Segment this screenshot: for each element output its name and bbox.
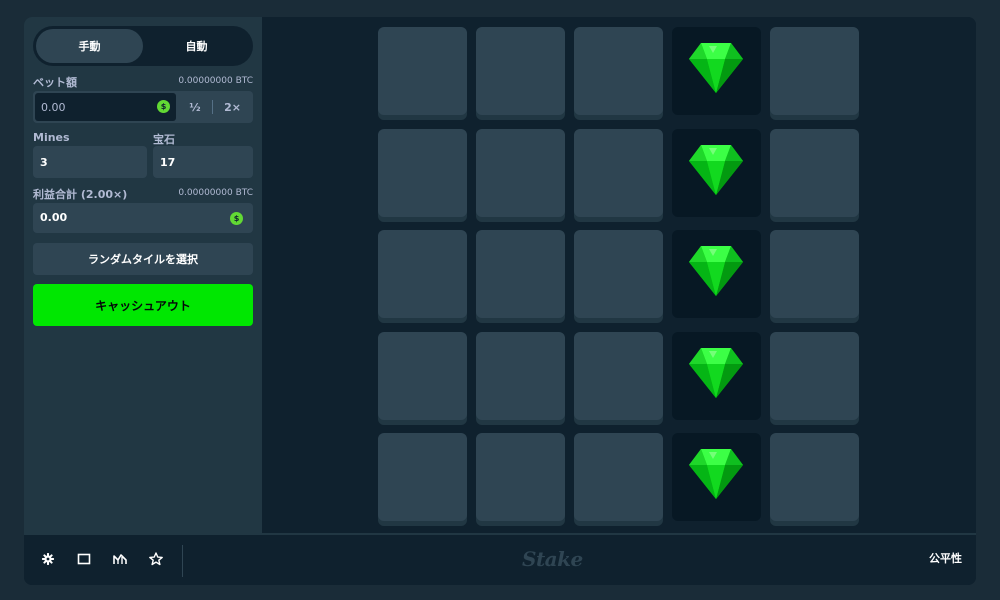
- double-bet-button[interactable]: 2×: [214, 93, 251, 121]
- tile-hidden[interactable]: [476, 332, 565, 420]
- total-profit-balance: 0.00000000 BTC: [178, 188, 253, 198]
- theatre-mode-icon[interactable]: [76, 551, 92, 567]
- tile-hidden[interactable]: [476, 27, 565, 115]
- tab-auto[interactable]: 自動: [143, 29, 250, 63]
- favorite-icon[interactable]: [148, 551, 164, 567]
- tile-gem[interactable]: [672, 433, 761, 521]
- half-bet-button[interactable]: ½: [178, 93, 212, 121]
- tile-gem[interactable]: [672, 27, 761, 115]
- gem-icon: [687, 41, 745, 95]
- gems-label: 宝石: [153, 133, 175, 146]
- tile-hidden[interactable]: [378, 332, 467, 420]
- tile-hidden[interactable]: [476, 230, 565, 318]
- tile-hidden[interactable]: [574, 230, 663, 318]
- tile-hidden[interactable]: [574, 27, 663, 115]
- tile-hidden[interactable]: [476, 433, 565, 521]
- gem-icon: [687, 143, 745, 197]
- gems-field: 17: [153, 146, 253, 178]
- total-profit-value: 0.00: [40, 211, 68, 224]
- tile-hidden[interactable]: [770, 129, 859, 217]
- total-profit-label: 利益合計 (2.00×): [33, 188, 128, 201]
- mines-value: 3: [40, 155, 48, 169]
- bet-sidebar: 手動 自動 ベット額 0.00000000 BTC $ ½ 2× Mines 3…: [24, 17, 262, 533]
- fairness-link[interactable]: 公平性: [929, 535, 962, 583]
- bet-amount-balance: 0.00000000 BTC: [178, 76, 253, 86]
- gems-value: 17: [160, 155, 176, 169]
- bet-amount-label: ベット額: [33, 76, 77, 89]
- gem-icon: [687, 447, 745, 501]
- btc-coin-icon: $: [157, 100, 170, 113]
- svg-text:$: $: [161, 102, 167, 111]
- tile-hidden[interactable]: [574, 129, 663, 217]
- tile-hidden[interactable]: [378, 129, 467, 217]
- tile-hidden[interactable]: [476, 129, 565, 217]
- tile-gem[interactable]: [672, 332, 761, 420]
- tile-hidden[interactable]: [378, 230, 467, 318]
- total-profit-field: 0.00 $: [33, 203, 253, 233]
- bet-amount-input[interactable]: [41, 93, 151, 121]
- tile-hidden[interactable]: [378, 27, 467, 115]
- bet-amount-input-wrap: $: [35, 93, 176, 121]
- bet-divider: [212, 100, 213, 114]
- mines-label: Mines: [33, 131, 70, 144]
- tile-gem[interactable]: [672, 129, 761, 217]
- tile-hidden[interactable]: [574, 433, 663, 521]
- mines-select[interactable]: 3: [33, 146, 147, 178]
- pick-random-tile-button[interactable]: ランダムタイルを選択: [33, 243, 253, 275]
- bet-amount-group: $ ½ 2×: [33, 91, 253, 123]
- tile-hidden[interactable]: [770, 332, 859, 420]
- game-footer: Stake 公平性: [24, 533, 976, 585]
- tile-hidden[interactable]: [378, 433, 467, 521]
- tile-hidden[interactable]: [770, 230, 859, 318]
- tab-manual[interactable]: 手動: [36, 29, 143, 63]
- mode-toggle: 手動 自動: [33, 26, 253, 66]
- tile-hidden[interactable]: [770, 27, 859, 115]
- gem-icon: [687, 346, 745, 400]
- settings-icon[interactable]: [40, 551, 56, 567]
- stats-icon[interactable]: [112, 551, 128, 567]
- tile-hidden[interactable]: [770, 433, 859, 521]
- tile-gem[interactable]: [672, 230, 761, 318]
- brand-logo: Stake: [522, 547, 583, 571]
- mines-board: [262, 17, 976, 533]
- cashout-button[interactable]: キャッシュアウト: [33, 284, 253, 326]
- btc-coin-icon: $: [230, 212, 243, 225]
- footer-divider: [182, 545, 183, 577]
- mines-game-window: 手動 自動 ベット額 0.00000000 BTC $ ½ 2× Mines 3…: [24, 17, 976, 585]
- svg-text:$: $: [234, 214, 240, 223]
- gem-icon: [687, 244, 745, 298]
- tile-hidden[interactable]: [574, 332, 663, 420]
